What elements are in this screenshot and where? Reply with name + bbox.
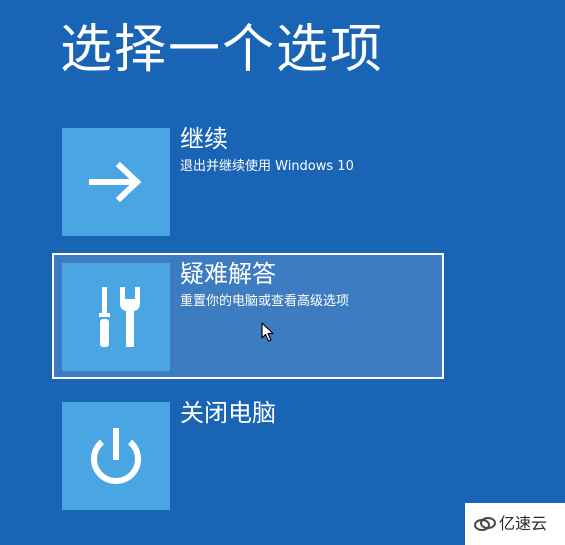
tools-icon bbox=[99, 287, 140, 347]
watermark: 亿速云 bbox=[465, 503, 565, 545]
watermark-text: 亿速云 bbox=[499, 514, 548, 533]
option-continue-title: 继续 bbox=[180, 125, 228, 153]
arrow-right-icon bbox=[89, 161, 142, 203]
mouse-cursor-icon bbox=[261, 322, 274, 342]
turn-off-tile bbox=[62, 402, 170, 510]
troubleshoot-tile bbox=[62, 263, 170, 371]
option-troubleshoot-title: 疑难解答 bbox=[180, 260, 276, 288]
option-continue-description: 退出并继续使用 Windows 10 bbox=[180, 159, 354, 174]
continue-tile bbox=[62, 128, 170, 236]
cloud-logo-icon bbox=[474, 517, 496, 531]
option-turn-off-title: 关闭电脑 bbox=[180, 399, 276, 427]
power-icon bbox=[91, 428, 141, 484]
page-title: 选择一个选项 bbox=[60, 20, 385, 80]
option-troubleshoot[interactable]: 疑难解答 重置你的电脑或查看高级选项 bbox=[52, 253, 444, 379]
option-troubleshoot-description: 重置你的电脑或查看高级选项 bbox=[180, 294, 350, 309]
option-continue[interactable]: 继续 退出并继续使用 Windows 10 bbox=[52, 118, 444, 244]
option-turn-off[interactable]: 关闭电脑 bbox=[52, 392, 444, 518]
recovery-screen: 选择一个选项 继续 退出并继续使用 Windows 10 疑难解答 重置你的电脑… bbox=[0, 0, 565, 545]
